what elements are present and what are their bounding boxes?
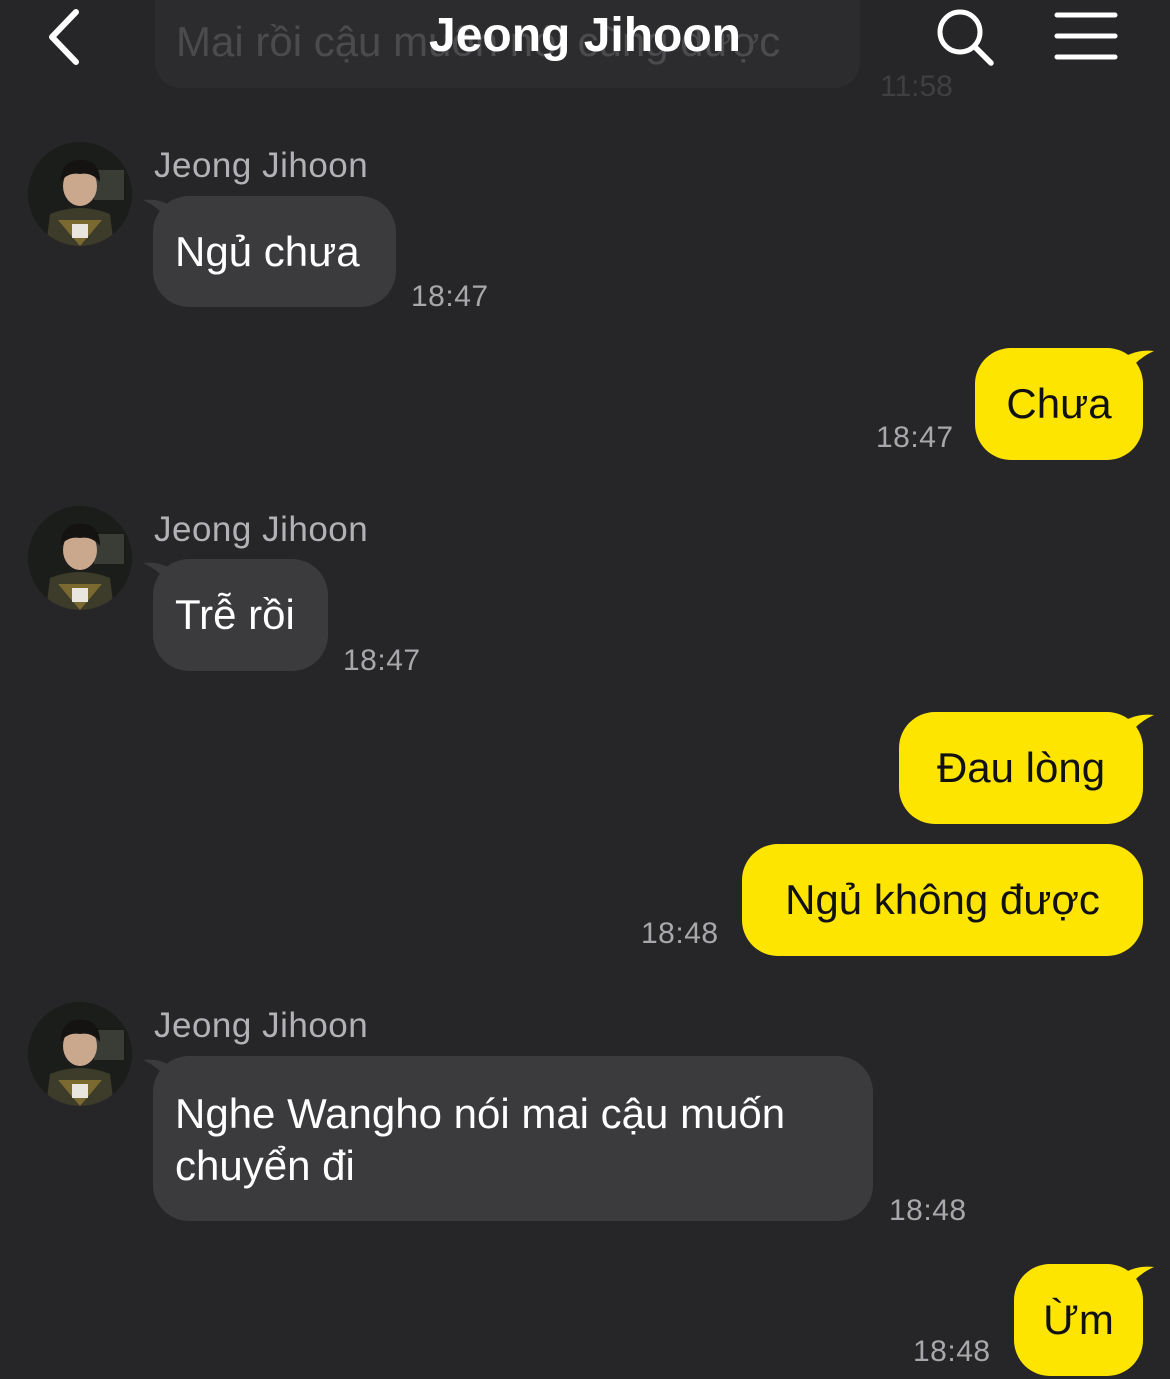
chevron-left-icon[interactable] (40, 6, 90, 68)
message-text: Trễ rồi (175, 591, 295, 638)
message-bubble-outgoing[interactable]: Ngủ không được (742, 844, 1143, 956)
search-icon[interactable] (934, 6, 996, 68)
message-time: 18:47 (411, 280, 489, 313)
message-text: Ngủ không được (785, 876, 1100, 923)
previous-message-text: Mai rồi cậu muốn nói cũng được (176, 18, 781, 65)
message-text: Nghe Wangho nói mai cậu muốn chuyển đi (175, 1090, 786, 1189)
message-time: 18:48 (641, 917, 719, 950)
message-bubble-outgoing[interactable]: Đau lòng (899, 712, 1143, 824)
bubble-tail (1124, 350, 1154, 375)
avatar[interactable] (28, 1002, 132, 1106)
message-bubble-incoming[interactable]: Ngủ chưa (153, 196, 396, 307)
message-time: 18:48 (913, 1335, 991, 1368)
message-text: Đau lòng (936, 744, 1106, 791)
avatar[interactable] (28, 142, 132, 246)
chat-screen: Mai rồi cậu muốn nói cũng được 11:58 Jeo… (0, 0, 1170, 1379)
message-time: 18:47 (876, 421, 954, 454)
sender-name: Jeong Jihoon (154, 510, 369, 549)
message-time: 18:47 (343, 644, 421, 677)
bubble-tail (1124, 1266, 1154, 1291)
message-bubble-outgoing[interactable]: Chưa (975, 348, 1143, 460)
hamburger-menu-icon[interactable] (1054, 10, 1118, 62)
message-text: Chưa (1006, 380, 1112, 427)
message-bubble-incoming[interactable]: Nghe Wangho nói mai cậu muốn chuyển đi (153, 1056, 873, 1221)
previous-message-time: 11:58 (880, 70, 953, 103)
sender-name: Jeong Jihoon (154, 146, 369, 185)
sender-name: Jeong Jihoon (154, 1006, 369, 1045)
message-text: Ngủ chưa (175, 227, 360, 275)
bubble-tail (1124, 714, 1154, 739)
message-time: 18:48 (889, 1194, 967, 1227)
avatar[interactable] (28, 506, 132, 610)
message-bubble-incoming[interactable]: Trễ rồi (153, 559, 328, 671)
message-text: Ừm (1043, 1296, 1114, 1343)
